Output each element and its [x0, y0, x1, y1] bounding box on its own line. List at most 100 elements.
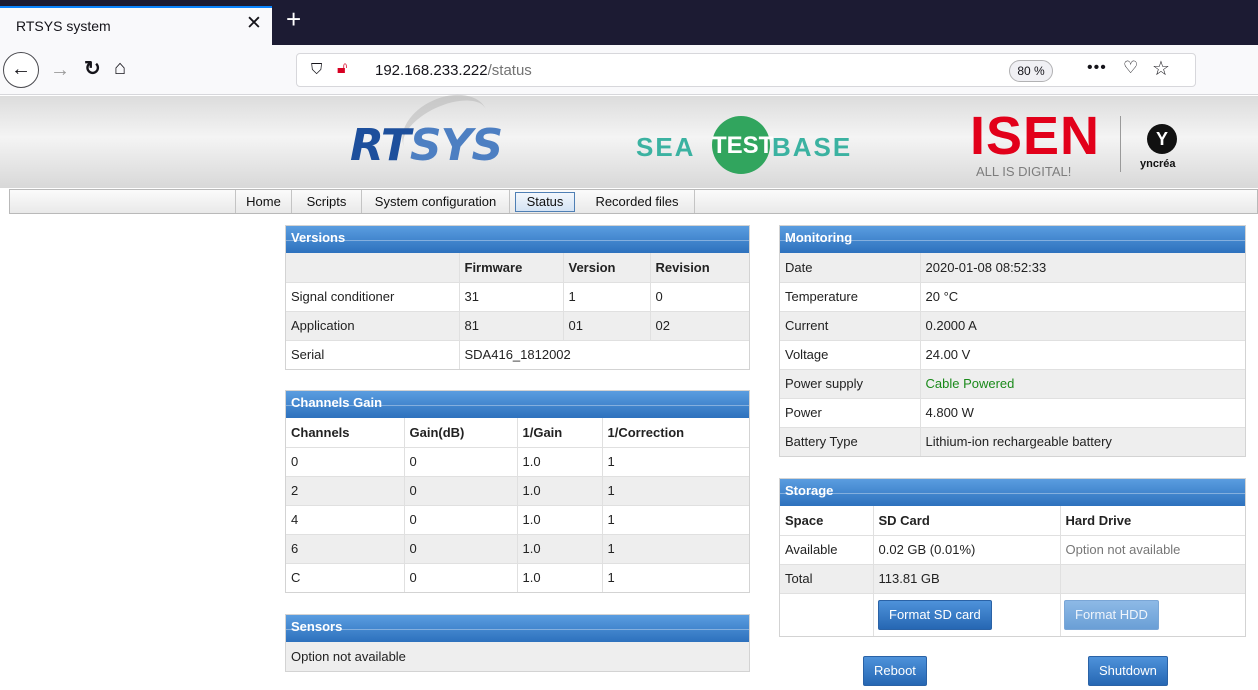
- table-header: Firmware: [459, 253, 564, 283]
- menu-system-configuration[interactable]: System configuration: [362, 190, 510, 213]
- table-header: Revision: [650, 253, 749, 283]
- storage-table: Space SD Card Hard Drive Available 0.02 …: [780, 506, 1245, 636]
- table-cell: Date: [780, 253, 921, 283]
- seatestbase-logo-sea: SEA: [636, 132, 696, 162]
- table-row: Temperature 20 °C: [780, 282, 1245, 312]
- table-cell: 4: [286, 505, 405, 535]
- tracking-shield-icon[interactable]: ⛉: [311, 61, 322, 78]
- pocket-icon[interactable]: ♡: [1123, 58, 1138, 78]
- table-cell: 0: [404, 505, 518, 535]
- home-button[interactable]: ⌂: [114, 58, 126, 78]
- table-cell: 02: [650, 311, 749, 341]
- table-cell: 01: [563, 311, 651, 341]
- table-row: Option not available: [286, 642, 749, 671]
- reload-button[interactable]: ↻: [84, 59, 101, 79]
- table-row: Power 4.800 W: [780, 398, 1245, 428]
- table-cell: Battery Type: [780, 427, 921, 456]
- table-cell: 2: [286, 476, 405, 506]
- back-button[interactable]: ←: [3, 52, 39, 88]
- table-header: 1/Gain: [517, 418, 603, 448]
- url-bar[interactable]: ⛉ 🔓︎ 192.168.233.222/status 80 % ••• ♡ ☆: [296, 53, 1196, 87]
- format-sd-card-button[interactable]: Format SD card: [878, 600, 992, 630]
- isen-tagline: ALL IS DIGITAL!: [976, 164, 1072, 179]
- table-cell: Available: [780, 535, 874, 565]
- table-header-row: Space SD Card Hard Drive: [780, 506, 1245, 536]
- table-row: Current 0.2000 A: [780, 311, 1245, 341]
- table-cell: 1: [602, 534, 749, 564]
- format-hdd-button[interactable]: Format HDD: [1064, 600, 1159, 630]
- close-tab-icon[interactable]: ✕: [246, 14, 262, 34]
- table-cell: 31: [459, 282, 564, 312]
- table-cell: 0: [404, 447, 518, 477]
- yncrea-logo-text: yncréa: [1140, 158, 1176, 170]
- table-header: Hard Drive: [1060, 506, 1245, 536]
- table-cell: 0: [650, 282, 749, 312]
- table-cell: 1.0: [517, 476, 603, 506]
- shutdown-button[interactable]: Shutdown: [1088, 656, 1168, 686]
- bookmark-star-icon[interactable]: ☆: [1152, 56, 1170, 81]
- zoom-level-button[interactable]: 80 %: [1009, 60, 1053, 82]
- table-cell: Power supply: [780, 369, 921, 399]
- table-cell: 1: [602, 447, 749, 477]
- table-cell: 2020-01-08 08:52:33: [920, 253, 1245, 283]
- main-menu: Home Scripts System configuration Status…: [9, 189, 1258, 214]
- table-cell: 0: [404, 563, 518, 592]
- rtsys-logo-sys: SYS: [409, 120, 503, 171]
- forward-button[interactable]: →: [50, 60, 70, 80]
- table-row: Serial SDA416_1812002: [286, 340, 749, 369]
- sensors-panel: Sensors Option not available: [285, 614, 750, 672]
- table-cell: Temperature: [780, 282, 921, 312]
- table-cell: Voltage: [780, 340, 921, 370]
- table-row: Voltage 24.00 V: [780, 340, 1245, 370]
- table-header: [286, 253, 460, 283]
- sensors-message: Option not available: [286, 642, 749, 671]
- versions-title: Versions: [286, 226, 749, 253]
- table-cell: 0.02 GB (0.01%): [873, 535, 1061, 565]
- seatestbase-logo-base: BASE: [772, 132, 853, 162]
- table-cell: Signal conditioner: [286, 282, 460, 312]
- table-header: SD Card: [873, 506, 1061, 536]
- monitoring-panel: Monitoring Date 2020-01-08 08:52:33 Temp…: [779, 225, 1246, 457]
- table-cell: [1060, 564, 1245, 594]
- rtsys-logo-rt: RT: [350, 120, 411, 171]
- sensors-table: Option not available: [286, 642, 749, 671]
- new-tab-icon[interactable]: +: [286, 6, 301, 32]
- table-cell: 1.0: [517, 563, 603, 592]
- isen-logo: ISEN: [970, 106, 1101, 166]
- table-cell: Lithium-ion rechargeable battery: [920, 427, 1245, 456]
- table-cell: 20 °C: [920, 282, 1245, 312]
- browser-tab[interactable]: RTSYS system ✕: [0, 6, 272, 45]
- table-header-row: Channels Gain(dB) 1/Gain 1/Correction: [286, 418, 749, 448]
- storage-title: Storage: [780, 479, 1245, 506]
- table-row: Battery Type Lithium-ion rechargeable ba…: [780, 427, 1245, 456]
- table-header: Space: [780, 506, 874, 536]
- logo-separator: [1120, 116, 1121, 172]
- insecure-lock-icon[interactable]: 🔓︎: [337, 60, 347, 78]
- menu-recorded-files[interactable]: Recorded files: [580, 190, 695, 213]
- reboot-button[interactable]: Reboot: [863, 656, 927, 686]
- menu-home[interactable]: Home: [235, 190, 292, 213]
- url-host: 192.168.233.222: [375, 62, 488, 79]
- table-cell: C: [286, 563, 405, 592]
- table-cell: 113.81 GB: [873, 564, 1061, 594]
- table-cell: 1.0: [517, 447, 603, 477]
- table-row: C 0 1.0 1: [286, 563, 749, 592]
- menu-status[interactable]: Status: [515, 192, 575, 212]
- sensors-title: Sensors: [286, 615, 749, 642]
- versions-table: Firmware Version Revision Signal conditi…: [286, 253, 749, 369]
- table-cell: 0: [286, 447, 405, 477]
- table-cell: 1: [602, 476, 749, 506]
- versions-panel: Versions Firmware Version Revision Signa…: [285, 225, 750, 370]
- table-cell: 6: [286, 534, 405, 564]
- table-cell: Total: [780, 564, 874, 594]
- table-header-row: Firmware Version Revision: [286, 253, 749, 283]
- page-actions-icon[interactable]: •••: [1087, 59, 1107, 77]
- table-cell: 0: [404, 476, 518, 506]
- seatestbase-logo-test: TEST: [712, 132, 774, 159]
- table-header: Gain(dB): [404, 418, 518, 448]
- table-header: 1/Correction: [602, 418, 749, 448]
- table-row: Total 113.81 GB: [780, 564, 1245, 594]
- menu-scripts[interactable]: Scripts: [292, 190, 362, 213]
- storage-panel: Storage Space SD Card Hard Drive Availab…: [779, 478, 1246, 637]
- url-text[interactable]: 192.168.233.222/status: [375, 62, 532, 79]
